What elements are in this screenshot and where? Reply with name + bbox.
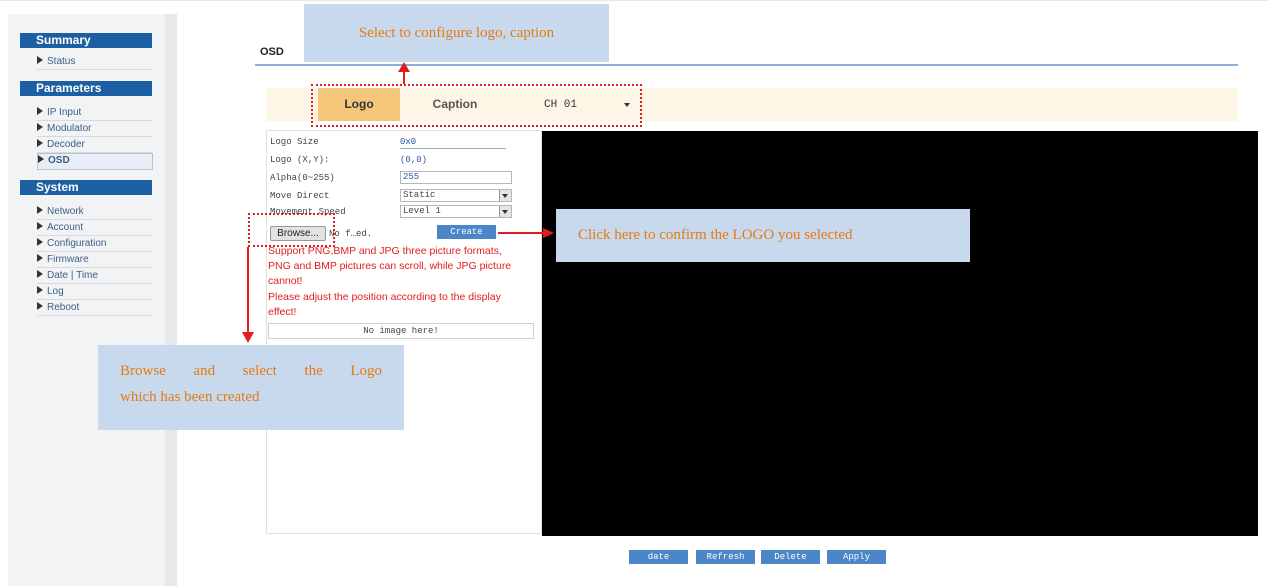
annotation-arrows [242,62,554,343]
arrow-up-head [398,62,410,72]
arrow-right-head [543,228,554,238]
arrow-down-head [242,332,254,343]
